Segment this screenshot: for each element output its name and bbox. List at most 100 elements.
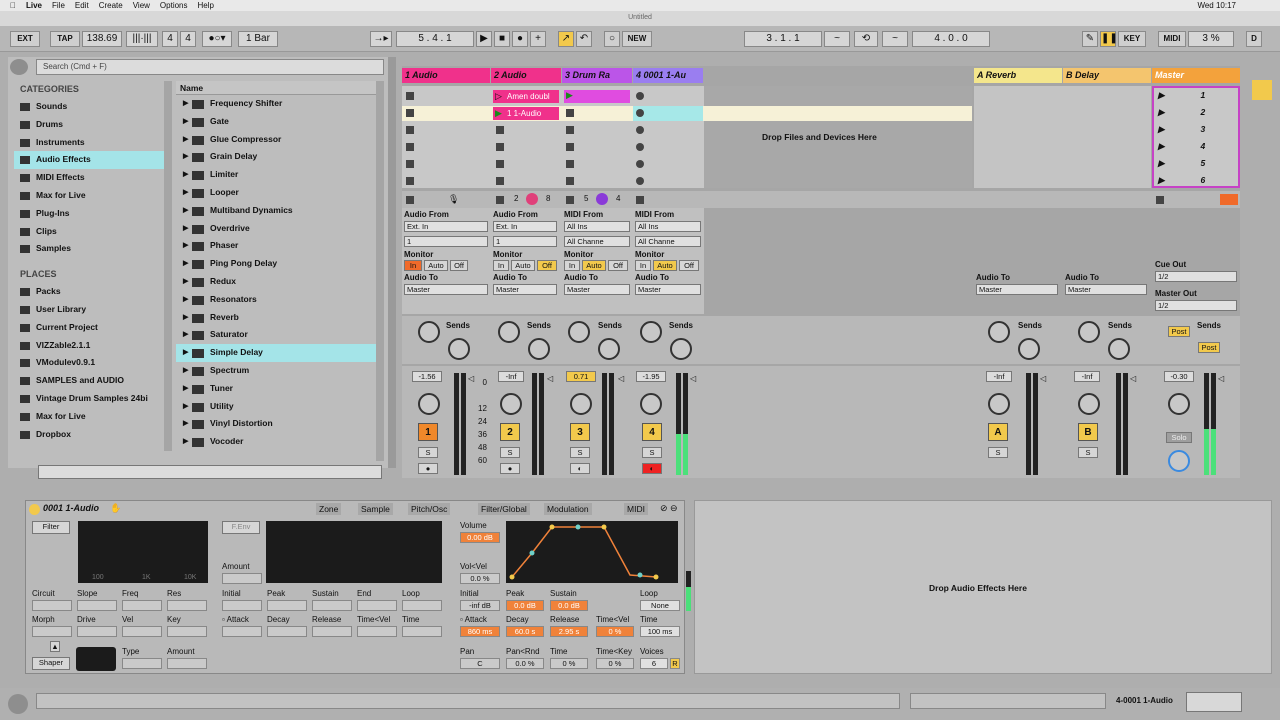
send-a-knob-3[interactable] bbox=[568, 321, 590, 343]
fader-arrow-icon[interactable]: ◁ bbox=[547, 374, 553, 383]
tab-modulation[interactable]: Modulation bbox=[544, 503, 592, 515]
record-arm-slot-icon[interactable] bbox=[636, 177, 644, 185]
quantize-menu[interactable]: 1 Bar bbox=[238, 31, 278, 47]
expand-icon[interactable]: ▶ bbox=[183, 131, 188, 149]
name-column-header[interactable]: Name bbox=[176, 81, 376, 95]
search-input[interactable]: Search (Cmd + F) bbox=[36, 59, 384, 75]
slot-stop-icon[interactable] bbox=[566, 160, 574, 168]
record-arm-slot-icon[interactable] bbox=[636, 126, 644, 134]
midi-map-button[interactable]: MIDI bbox=[1158, 31, 1186, 47]
tap-button[interactable]: TAP bbox=[50, 31, 80, 47]
panel-divider[interactable] bbox=[388, 57, 396, 468]
type-select[interactable] bbox=[122, 658, 162, 669]
category-samples[interactable]: Samples bbox=[14, 240, 164, 258]
overdub-icon[interactable]: + bbox=[530, 31, 546, 47]
arm-button-2[interactable]: ● bbox=[500, 463, 520, 474]
fenv-peak-value[interactable] bbox=[267, 600, 307, 611]
slope-value[interactable] bbox=[77, 600, 117, 611]
item-vinyl-distortion[interactable]: ▶ Vinyl Distortion bbox=[176, 415, 376, 433]
menu-view[interactable]: View bbox=[133, 1, 150, 10]
master-header[interactable]: Master bbox=[1152, 68, 1240, 83]
device-settings-icon[interactable]: ⊘ ⊖ bbox=[660, 503, 678, 514]
clip-1-audio[interactable]: 1 1-Audio bbox=[493, 107, 559, 120]
fader-arrow-icon[interactable]: ◁ bbox=[1218, 374, 1224, 383]
automation-arm-icon[interactable]: ↗ bbox=[558, 31, 574, 47]
scene-6[interactable]: ▶ 6 bbox=[1158, 175, 1238, 186]
slot-stop-icon[interactable] bbox=[406, 92, 414, 100]
filter-toggle[interactable]: Filter bbox=[32, 521, 70, 534]
monitor-off-4[interactable]: Off bbox=[679, 260, 699, 271]
tab-midi[interactable]: MIDI bbox=[624, 503, 648, 515]
category-audio-effects[interactable]: Audio Effects bbox=[14, 151, 164, 170]
item-glue-compressor[interactable]: ▶ Glue Compressor bbox=[176, 131, 376, 149]
punch-in-icon[interactable]: ~ bbox=[824, 31, 850, 47]
place-current-project[interactable]: Current Project bbox=[14, 319, 164, 337]
nudge-icon[interactable]: |||·||| bbox=[126, 31, 158, 47]
item-simple-delay[interactable]: ▶ Simple Delay bbox=[176, 344, 376, 362]
input-type-3[interactable]: All Ins bbox=[564, 221, 630, 232]
sig-numerator[interactable]: 4 bbox=[162, 31, 178, 47]
loop-length[interactable]: 4 . 0 . 0 bbox=[912, 31, 990, 47]
expand-icon[interactable]: ▶ bbox=[183, 291, 188, 309]
retrigger-button[interactable]: R bbox=[670, 658, 680, 669]
item-gate[interactable]: ▶ Gate bbox=[176, 113, 376, 131]
menu-options[interactable]: Options bbox=[160, 1, 188, 10]
volvel-value[interactable]: 0.0 % bbox=[460, 573, 500, 584]
pan-knob-2[interactable] bbox=[500, 393, 522, 415]
vel-value[interactable] bbox=[122, 626, 162, 637]
menu-edit[interactable]: Edit bbox=[75, 1, 89, 10]
amp-sustain-value[interactable]: 0.0 dB bbox=[550, 600, 588, 611]
solo-cue-button[interactable]: Solo bbox=[1166, 432, 1192, 443]
record-icon[interactable]: ● bbox=[512, 31, 528, 47]
device-title[interactable]: 0001 1-Audio bbox=[43, 503, 99, 513]
key-map-button[interactable]: KEY bbox=[1118, 31, 1146, 47]
clip-amen[interactable]: Amen doubl bbox=[493, 90, 559, 103]
follow-icon[interactable]: →▸ bbox=[370, 31, 392, 47]
clip-drum[interactable] bbox=[564, 90, 630, 103]
place-samples-audio[interactable]: SAMPLES and AUDIO bbox=[14, 372, 164, 390]
fenv-loop-select[interactable] bbox=[402, 600, 442, 611]
output-2[interactable]: Master bbox=[493, 284, 557, 295]
device-on-icon[interactable] bbox=[29, 504, 40, 515]
back-to-arrangement-icon[interactable]: ↶ bbox=[576, 31, 592, 47]
amp-envelope-graph[interactable] bbox=[506, 521, 678, 583]
place-vizzable[interactable]: VIZZable2.1.1 bbox=[14, 337, 164, 355]
tab-sample[interactable]: Sample bbox=[358, 503, 393, 515]
expand-icon[interactable]: ▶ bbox=[183, 415, 188, 433]
monitor-off-3[interactable]: Off bbox=[608, 260, 628, 271]
volume-display-master[interactable]: -0.30 bbox=[1164, 371, 1194, 382]
place-user-library[interactable]: User Library bbox=[14, 301, 164, 319]
shaper-arrow-icon[interactable]: ▲ bbox=[50, 641, 60, 652]
new-button[interactable]: NEW bbox=[622, 31, 652, 47]
expand-icon[interactable]: ▶ bbox=[183, 273, 188, 291]
expand-icon[interactable]: ▶ bbox=[183, 184, 188, 202]
send-a-knob-1[interactable] bbox=[418, 321, 440, 343]
fenv-initial-value[interactable] bbox=[222, 600, 262, 611]
pause-icon[interactable]: ❚❚ bbox=[1100, 31, 1118, 47]
expand-icon[interactable]: ▶ bbox=[183, 113, 188, 131]
return-header-b[interactable]: B Delay bbox=[1063, 68, 1151, 83]
expand-icon[interactable]: ▶ bbox=[183, 95, 188, 113]
menu-live[interactable]: Live bbox=[26, 1, 42, 10]
send-a-knob-ret-b[interactable] bbox=[1078, 321, 1100, 343]
send-a-knob-2[interactable] bbox=[498, 321, 520, 343]
slot-stop-icon[interactable] bbox=[566, 177, 574, 185]
cue-volume-knob[interactable] bbox=[1168, 450, 1190, 472]
track-header-1[interactable]: 1 Audio bbox=[402, 68, 490, 83]
fenv-time-value[interactable] bbox=[402, 626, 442, 637]
time2-value[interactable]: 0 % bbox=[550, 658, 588, 669]
slot-stop-icon[interactable] bbox=[406, 109, 414, 117]
fader-arrow-icon[interactable]: ◁ bbox=[1130, 374, 1136, 383]
stop-clips-icon[interactable] bbox=[636, 196, 644, 204]
category-max-for-live[interactable]: Max for Live bbox=[14, 187, 164, 205]
sig-denominator[interactable]: 4 bbox=[180, 31, 196, 47]
amp-time-value[interactable]: 100 ms bbox=[640, 626, 680, 637]
track-activator-1[interactable]: 1 bbox=[418, 423, 438, 441]
fader-arrow-icon[interactable]: ◁ bbox=[1040, 374, 1046, 383]
volume-display-2[interactable]: -Inf bbox=[498, 371, 524, 382]
drive-value[interactable] bbox=[77, 626, 117, 637]
monitor-auto-4[interactable]: Auto bbox=[653, 260, 677, 271]
fader-arrow-icon[interactable]: ◁ bbox=[468, 374, 474, 383]
place-packs[interactable]: Packs bbox=[14, 283, 164, 301]
track-activator-4[interactable]: 4 bbox=[642, 423, 662, 441]
